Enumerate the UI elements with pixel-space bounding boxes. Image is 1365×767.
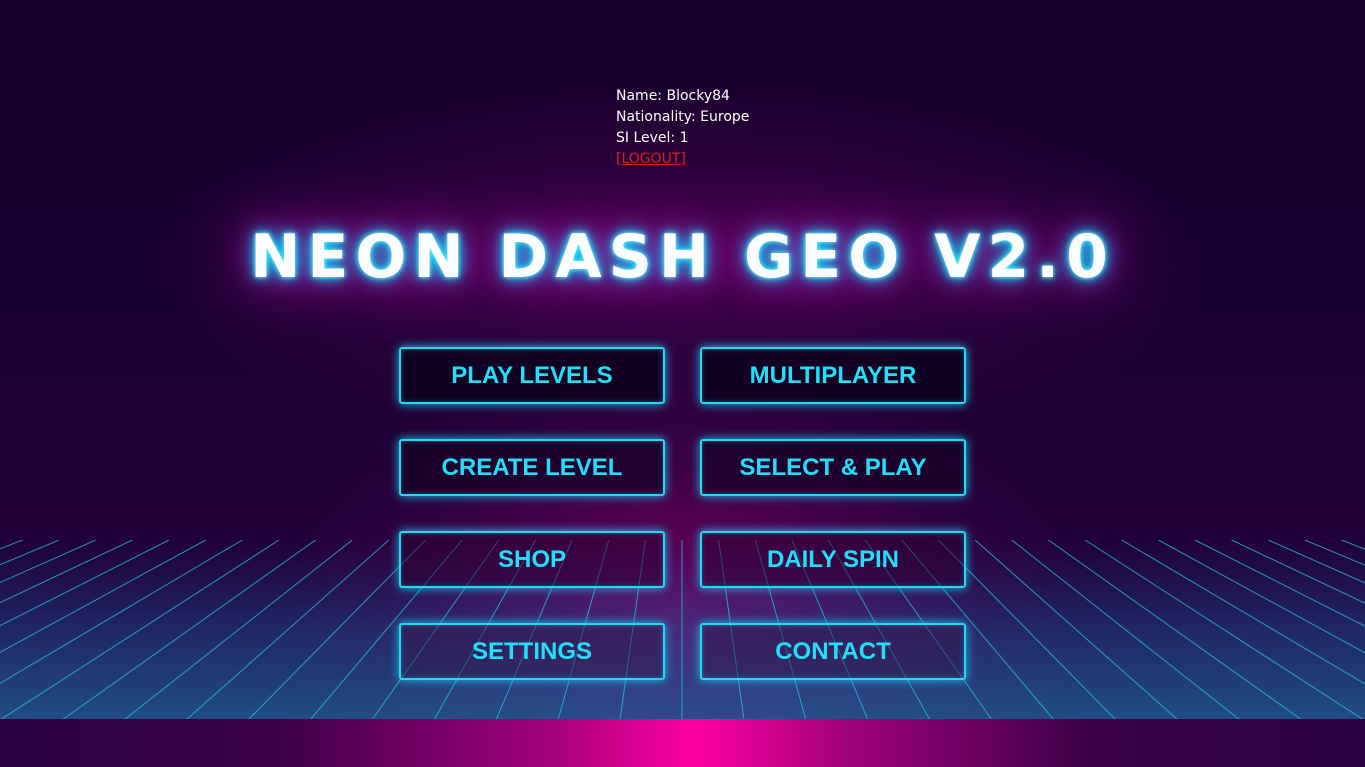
player-level: SI Level: 1 [616,130,689,146]
neon-horizon-strip [0,719,1365,767]
settings-button[interactable]: SETTINGS [399,623,665,680]
neon-floor-grid [0,540,1365,720]
logout-link[interactable]: [LOGOUT] [616,151,686,167]
player-info-panel: Name: Blocky84 Nationality: Europe SI Le… [616,86,749,170]
create-level-button[interactable]: CREATE LEVEL [399,439,665,496]
daily-spin-button[interactable]: DAILY SPIN [700,531,966,588]
multiplayer-button[interactable]: MULTIPLAYER [700,347,966,404]
game-title: NEON DASH GEO V2.0 [250,222,1115,292]
select-play-button[interactable]: SELECT & PLAY [700,439,966,496]
player-nationality: Nationality: Europe [616,109,750,125]
shop-button[interactable]: SHOP [399,531,665,588]
play-levels-button[interactable]: PLAY LEVELS [399,347,665,404]
contact-button[interactable]: CONTACT [700,623,966,680]
player-name: Name: Blocky84 [616,88,730,104]
